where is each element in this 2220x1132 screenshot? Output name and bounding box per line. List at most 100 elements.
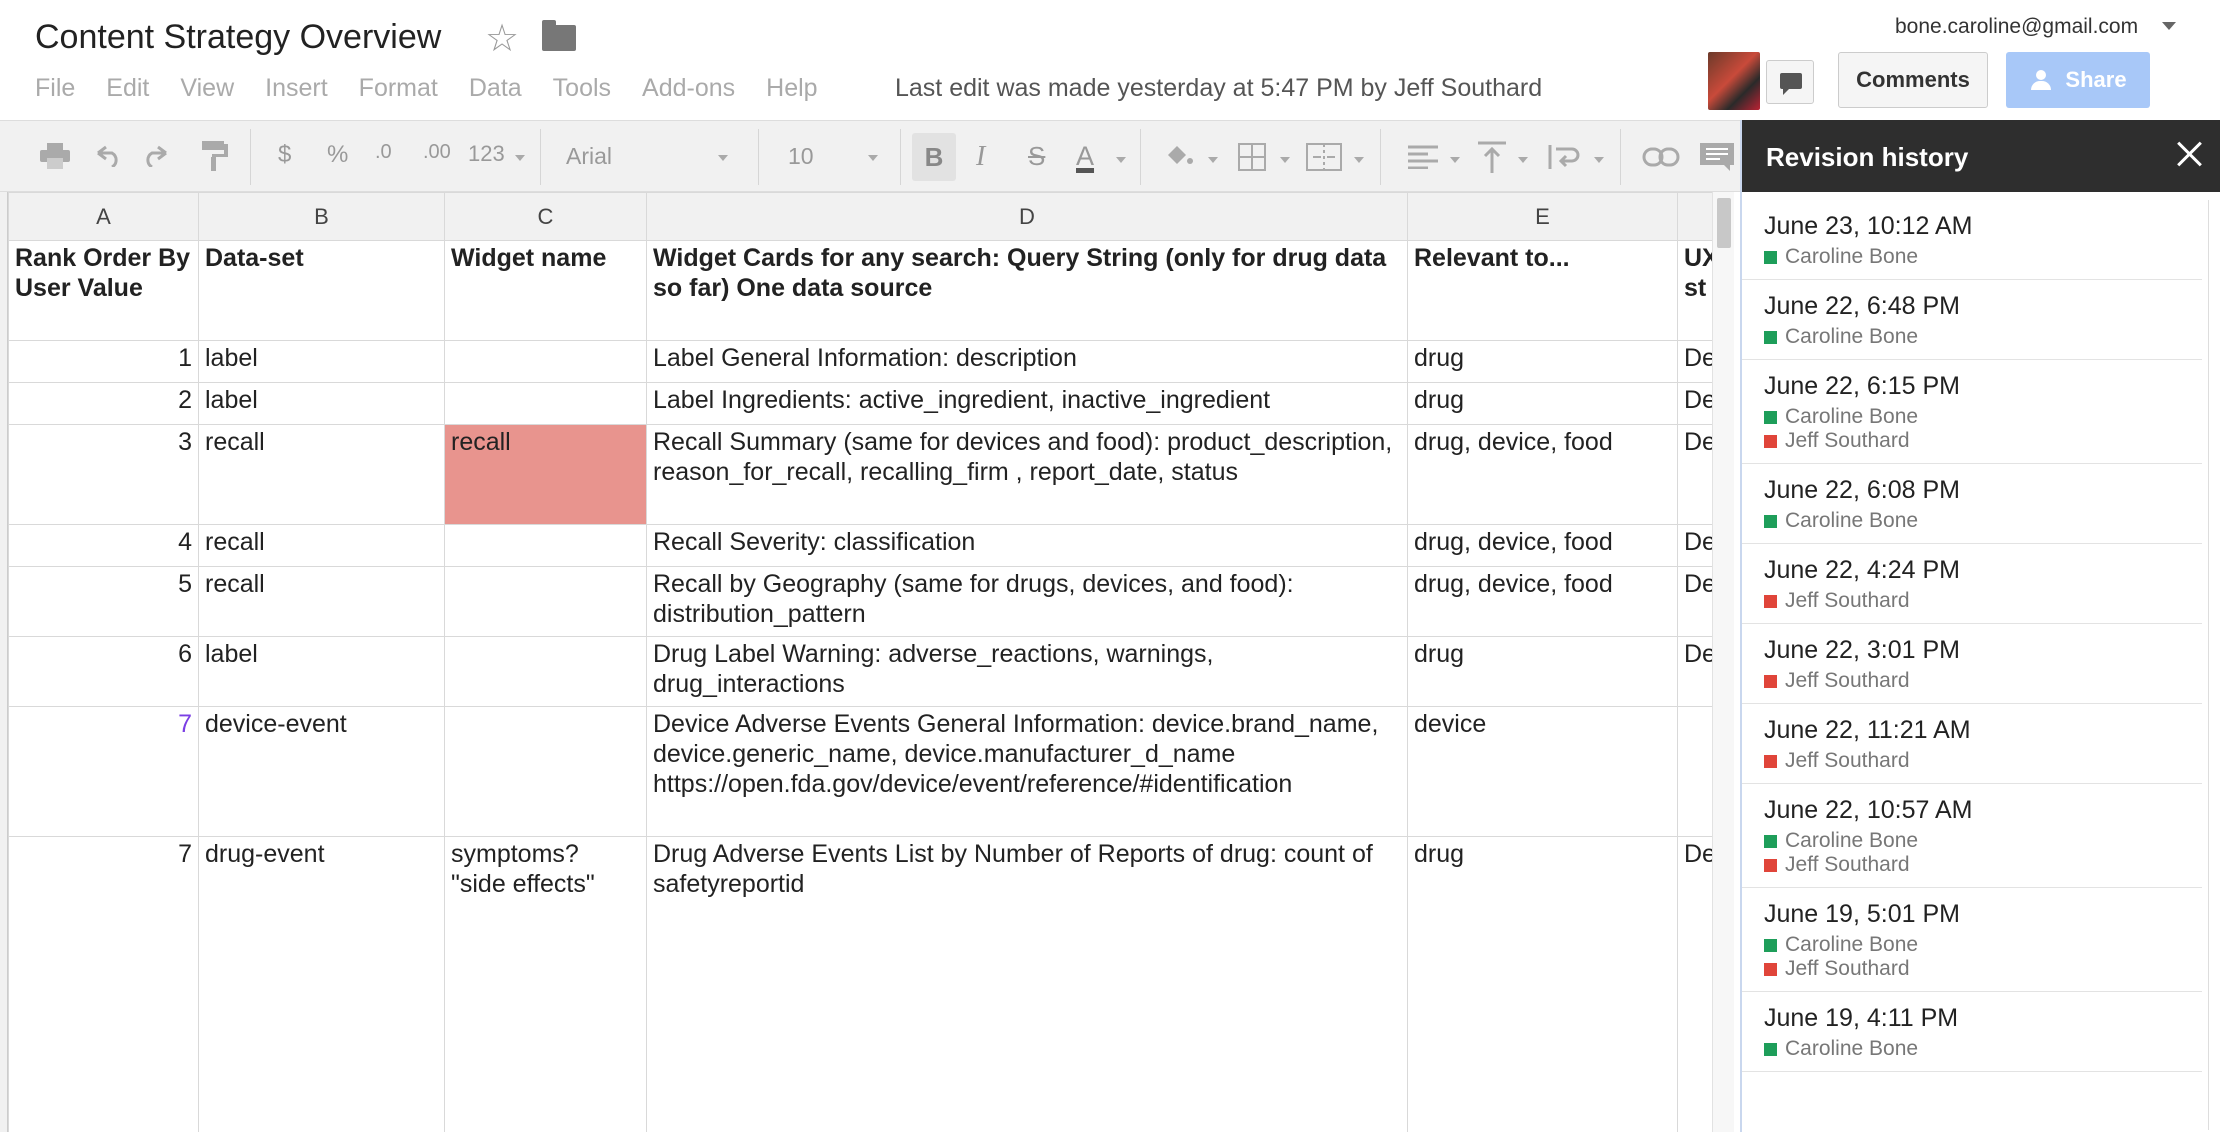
- folder-icon[interactable]: [542, 20, 576, 51]
- font-size-select[interactable]: 10: [770, 135, 880, 179]
- cell[interactable]: label: [198, 636, 445, 707]
- column-header-e[interactable]: E: [1407, 192, 1678, 241]
- menu-insert[interactable]: Insert: [265, 74, 328, 103]
- decrease-decimal-button[interactable]: .0: [375, 141, 392, 164]
- cell[interactable]: label: [198, 340, 445, 383]
- revision-item[interactable]: June 22, 6:48 PM Caroline Bone: [1742, 280, 2202, 360]
- menu-tools[interactable]: Tools: [553, 74, 611, 103]
- number-format-button[interactable]: 123: [468, 141, 505, 167]
- cell[interactable]: 4: [8, 524, 199, 567]
- revision-item[interactable]: June 19, 4:11 PM Caroline Bone: [1742, 992, 2202, 1072]
- cell[interactable]: Recall Summary (same for devices and foo…: [646, 424, 1408, 525]
- chat-button[interactable]: [1766, 60, 1814, 104]
- revision-item[interactable]: June 22, 3:01 PM Jeff Southard: [1742, 624, 2202, 704]
- cell[interactable]: 3: [8, 424, 199, 525]
- chevron-down-icon[interactable]: [1594, 157, 1604, 163]
- redo-icon[interactable]: [142, 145, 172, 167]
- undo-icon[interactable]: [92, 145, 122, 167]
- cell[interactable]: 6: [8, 636, 199, 707]
- chevron-down-icon[interactable]: [1354, 157, 1364, 163]
- vertical-align-icon[interactable]: [1478, 141, 1506, 173]
- cell[interactable]: [444, 382, 647, 425]
- cell[interactable]: 2: [8, 382, 199, 425]
- cell[interactable]: label: [198, 382, 445, 425]
- cell[interactable]: 7: [8, 706, 199, 837]
- cell[interactable]: symptoms? "side effects": [444, 836, 647, 1132]
- menu-view[interactable]: View: [180, 74, 234, 103]
- increase-decimal-button[interactable]: .00: [423, 141, 451, 164]
- chevron-down-icon[interactable]: [1450, 157, 1460, 163]
- cell[interactable]: [444, 706, 647, 837]
- column-header-d[interactable]: D: [646, 192, 1408, 241]
- cell[interactable]: 7: [8, 836, 199, 1132]
- cell[interactable]: Recall Severity: classification: [646, 524, 1408, 567]
- last-edit-link[interactable]: Last edit was made yesterday at 5:47 PM …: [895, 74, 1542, 103]
- close-icon[interactable]: [2170, 134, 2210, 174]
- cell[interactable]: recall: [198, 424, 445, 525]
- cell[interactable]: Widget name: [444, 240, 647, 341]
- paint-format-icon[interactable]: [202, 141, 228, 171]
- link-icon[interactable]: [1642, 147, 1680, 167]
- column-header-a[interactable]: A: [8, 192, 199, 241]
- menu-format[interactable]: Format: [359, 74, 438, 103]
- cell[interactable]: drug, device, food: [1407, 424, 1678, 525]
- cell[interactable]: Label Ingredients: active_ingredient, in…: [646, 382, 1408, 425]
- text-wrap-icon[interactable]: [1548, 143, 1582, 171]
- avatar[interactable]: [1708, 52, 1760, 110]
- cell[interactable]: Data-set: [198, 240, 445, 341]
- cell[interactable]: Drug Adverse Events List by Number of Re…: [646, 836, 1408, 1132]
- chevron-down-icon[interactable]: [718, 155, 728, 161]
- menu-edit[interactable]: Edit: [106, 74, 149, 103]
- borders-icon[interactable]: [1238, 143, 1266, 171]
- print-icon[interactable]: [40, 143, 70, 169]
- cell[interactable]: 5: [8, 566, 199, 637]
- chevron-down-icon[interactable]: [868, 155, 878, 161]
- revision-scrollbar[interactable]: [2208, 200, 2218, 1130]
- cell[interactable]: recall: [444, 424, 647, 525]
- chevron-down-icon[interactable]: [2162, 22, 2176, 30]
- chevron-down-icon[interactable]: [1116, 157, 1126, 163]
- menu-help[interactable]: Help: [766, 74, 817, 103]
- cell[interactable]: recall: [198, 524, 445, 567]
- fill-color-icon[interactable]: [1164, 143, 1194, 171]
- cell[interactable]: Rank Order By User Value: [8, 240, 199, 341]
- cell[interactable]: device-event: [198, 706, 445, 837]
- text-color-button[interactable]: A: [1076, 141, 1094, 172]
- percent-format-button[interactable]: %: [327, 141, 348, 169]
- column-header-b[interactable]: B: [198, 192, 445, 241]
- vertical-scrollbar[interactable]: [1712, 192, 1734, 1132]
- cell[interactable]: drug: [1407, 340, 1678, 383]
- cell[interactable]: Widget Cards for any search: Query Strin…: [646, 240, 1408, 341]
- share-button[interactable]: Share: [2006, 52, 2150, 108]
- star-icon[interactable]: ☆: [485, 16, 519, 61]
- cell[interactable]: drug, device, food: [1407, 566, 1678, 637]
- chevron-down-icon[interactable]: [1280, 157, 1290, 163]
- cell[interactable]: [444, 524, 647, 567]
- revision-item[interactable]: June 19, 5:01 PM Caroline Bone Jeff Southa…: [1742, 888, 2202, 992]
- italic-button[interactable]: I: [976, 141, 985, 173]
- cell[interactable]: Drug Label Warning: adverse_reactions, w…: [646, 636, 1408, 707]
- cell[interactable]: [444, 636, 647, 707]
- cell[interactable]: [444, 566, 647, 637]
- column-header-c[interactable]: C: [444, 192, 647, 241]
- strikethrough-button[interactable]: S: [1028, 141, 1045, 172]
- cell[interactable]: drug: [1407, 382, 1678, 425]
- revision-item[interactable]: June 22, 11:21 AM Jeff Southard: [1742, 704, 2202, 784]
- chevron-down-icon[interactable]: [1208, 157, 1218, 163]
- cell[interactable]: Recall by Geography (same for drugs, dev…: [646, 566, 1408, 637]
- cell[interactable]: recall: [198, 566, 445, 637]
- chevron-down-icon[interactable]: [1518, 157, 1528, 163]
- currency-format-button[interactable]: $: [278, 141, 291, 169]
- account-email[interactable]: bone.caroline@gmail.com: [1895, 15, 2138, 39]
- revision-item[interactable]: June 22, 4:24 PM Jeff Southard: [1742, 544, 2202, 624]
- scrollbar-thumb[interactable]: [1717, 198, 1731, 248]
- insert-comment-icon[interactable]: [1700, 143, 1734, 171]
- chevron-down-icon[interactable]: [515, 155, 525, 161]
- merge-cells-icon[interactable]: [1306, 143, 1342, 171]
- revision-item[interactable]: June 22, 10:57 AM Caroline Bone Jeff South…: [1742, 784, 2202, 888]
- menu-data[interactable]: Data: [469, 74, 522, 103]
- cell[interactable]: drug-event: [198, 836, 445, 1132]
- cell[interactable]: drug: [1407, 636, 1678, 707]
- cell[interactable]: Relevant to...: [1407, 240, 1678, 341]
- menu-file[interactable]: File: [35, 74, 75, 103]
